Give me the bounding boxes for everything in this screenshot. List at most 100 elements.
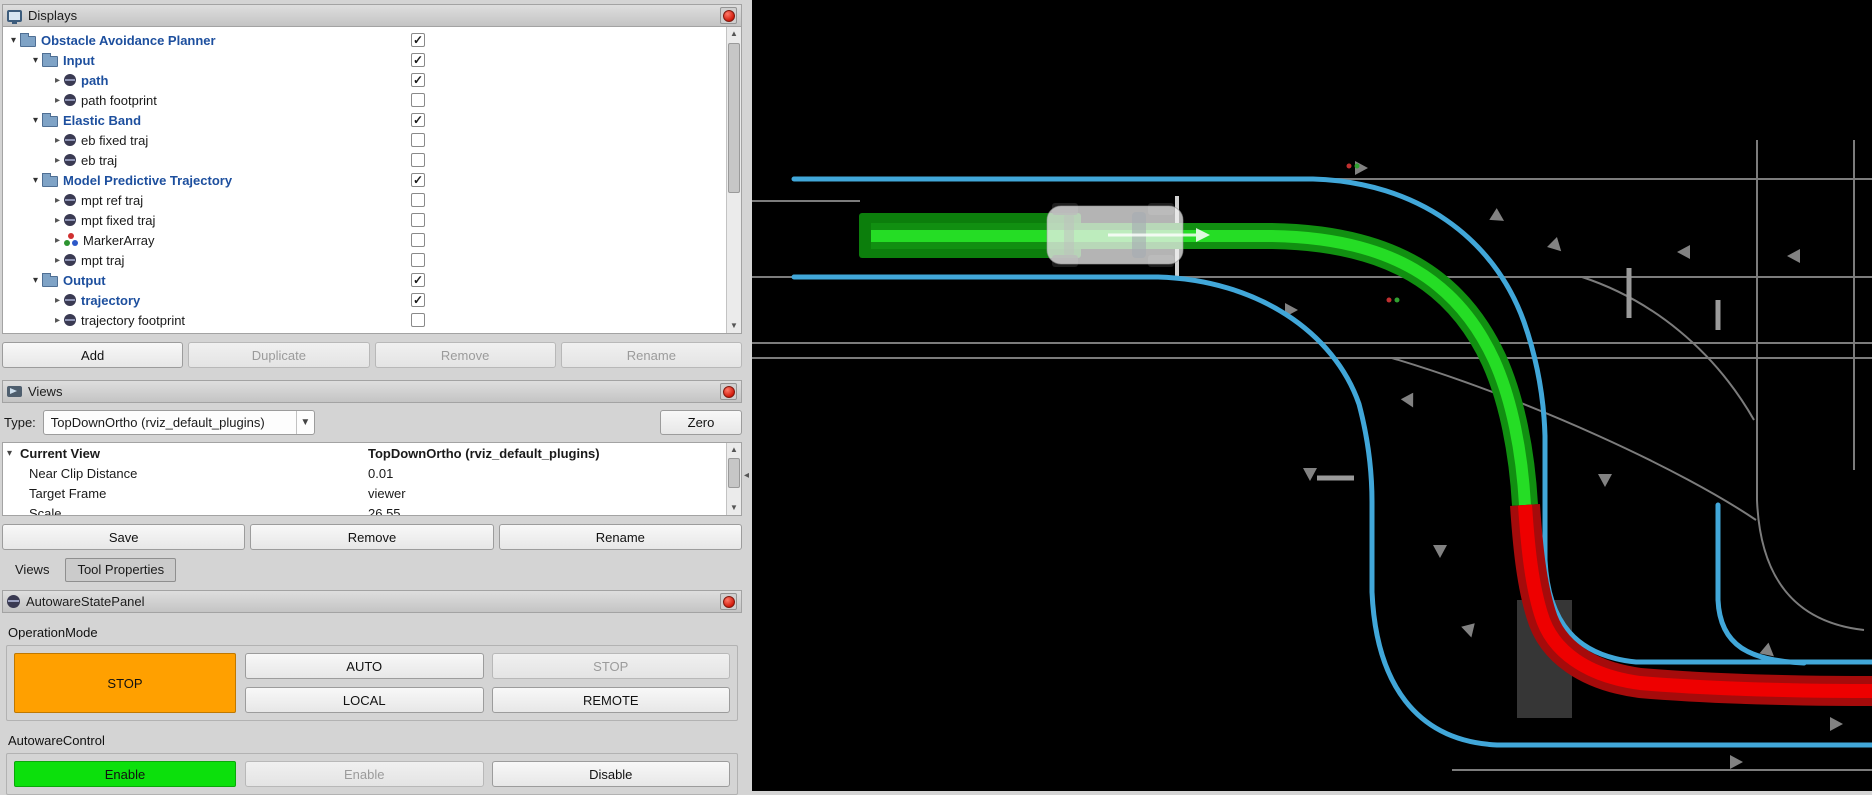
display-enabled-checkbox[interactable] — [411, 153, 425, 167]
remove-button[interactable]: Remove — [375, 342, 556, 368]
displays-titlebar[interactable]: Displays — [2, 4, 742, 27]
view-properties-scrollbar[interactable]: ▲ ▼ — [726, 443, 741, 515]
display-tree-item[interactable]: ▾Elastic Band✓ — [3, 110, 741, 130]
display-tree-item[interactable]: ▸eb traj — [3, 150, 741, 170]
remote-button[interactable]: REMOTE — [492, 687, 731, 713]
display-tree-item[interactable]: ▾Model Predictive Trajectory✓ — [3, 170, 741, 190]
display-tree-item[interactable]: ▾Obstacle Avoidance Planner✓ — [3, 30, 741, 50]
display-enabled-checkbox[interactable]: ✓ — [411, 53, 425, 67]
property-row[interactable]: Near Clip Distance0.01 — [3, 463, 741, 483]
3d-viewport[interactable] — [752, 0, 1872, 791]
local-button[interactable]: LOCAL — [245, 687, 484, 713]
expand-arrow-icon[interactable]: ▸ — [51, 215, 64, 226]
expand-arrow-icon[interactable]: ▸ — [51, 135, 64, 146]
display-enabled-checkbox[interactable]: ✓ — [411, 273, 425, 287]
autoware-close-button[interactable] — [720, 593, 737, 610]
property-value[interactable]: 0.01 — [368, 466, 393, 481]
display-enabled-checkbox[interactable]: ✓ — [411, 113, 425, 127]
display-tree-item[interactable]: ▸mpt traj — [3, 250, 741, 270]
expand-arrow-icon[interactable]: ▸ — [51, 315, 64, 326]
display-tree-item[interactable]: ▸ mpt fixed traj — [3, 210, 741, 230]
auto-button[interactable]: AUTO — [245, 653, 484, 679]
disable-button[interactable]: Disable — [492, 761, 731, 787]
collapse-left-icon[interactable]: ◂ — [744, 470, 749, 481]
collapse-arrow-icon[interactable]: ▾ — [7, 448, 12, 459]
expand-arrow-icon[interactable]: ▸ — [51, 95, 64, 106]
property-row[interactable]: Scale26.55 — [3, 503, 741, 516]
autoware-control-state-button[interactable]: Enable — [14, 761, 236, 787]
display-icon — [64, 154, 76, 166]
display-tree-item[interactable]: ▾Input✓ — [3, 50, 741, 70]
displays-close-button[interactable] — [720, 7, 737, 24]
display-icon — [64, 94, 76, 106]
display-enabled-checkbox[interactable] — [411, 313, 425, 327]
property-name: Target Frame — [29, 486, 106, 501]
display-tree-item[interactable]: ▸ trajectory ✓ — [3, 290, 741, 310]
view-type-combobox[interactable]: TopDownOrtho (rviz_default_plugins) ▼ — [43, 410, 315, 435]
display-tree-item[interactable]: ▸eb fixed traj — [3, 130, 741, 150]
scroll-down-icon[interactable]: ▼ — [727, 501, 741, 515]
property-row[interactable]: ▾Current ViewTopDownOrtho (rviz_default_… — [3, 443, 741, 463]
rename-button[interactable]: Rename — [561, 342, 742, 368]
display-enabled-checkbox[interactable]: ✓ — [411, 73, 425, 87]
display-item-label: mpt fixed traj — [81, 213, 155, 228]
display-item-label: path — [81, 73, 108, 88]
display-enabled-checkbox[interactable] — [411, 193, 425, 207]
collapse-arrow-icon[interactable]: ▾ — [7, 35, 20, 46]
display-enabled-checkbox[interactable]: ✓ — [411, 33, 425, 47]
display-enabled-checkbox[interactable] — [411, 93, 425, 107]
display-tree-item[interactable]: ▸mpt ref traj — [3, 190, 741, 210]
scrollbar-thumb[interactable] — [728, 458, 740, 488]
property-value[interactable]: 26.55 — [368, 506, 401, 517]
expand-arrow-icon[interactable]: ▸ — [51, 295, 64, 306]
displays-tree-scrollbar[interactable]: ▲ ▼ — [726, 27, 741, 333]
expand-arrow-icon[interactable]: ▸ — [51, 235, 64, 246]
display-tree-item[interactable]: ▾Output✓ — [3, 270, 741, 290]
remove-view-button[interactable]: Remove — [250, 524, 493, 550]
display-tree-item[interactable]: ▸trajectory footprint — [3, 310, 741, 330]
tab-tool-properties[interactable]: Tool Properties — [65, 558, 176, 582]
views-titlebar[interactable]: Views — [2, 380, 742, 403]
views-close-button[interactable] — [720, 383, 737, 400]
chevron-down-icon: ▼ — [296, 411, 314, 434]
scroll-up-icon[interactable]: ▲ — [727, 27, 741, 41]
scroll-down-icon[interactable]: ▼ — [727, 319, 741, 333]
collapse-arrow-icon[interactable]: ▾ — [29, 275, 42, 286]
stop-mode-button[interactable]: STOP — [492, 653, 731, 679]
property-row[interactable]: Target Frame viewer — [3, 483, 741, 503]
display-enabled-checkbox[interactable]: ✓ — [411, 173, 425, 187]
collapse-arrow-icon[interactable]: ▾ — [29, 175, 42, 186]
expand-arrow-icon[interactable]: ▸ — [51, 195, 64, 206]
display-item-label: trajectory — [81, 293, 140, 308]
property-value[interactable]: TopDownOrtho (rviz_default_plugins) — [368, 446, 600, 461]
autoware-titlebar[interactable]: AutowareStatePanel — [2, 590, 742, 613]
display-enabled-checkbox[interactable] — [411, 253, 425, 267]
expand-arrow-icon[interactable]: ▸ — [51, 155, 64, 166]
expand-arrow-icon[interactable]: ▸ — [51, 75, 64, 86]
scroll-up-icon[interactable]: ▲ — [727, 443, 741, 457]
collapse-arrow-icon[interactable]: ▾ — [29, 55, 42, 66]
collapse-arrow-icon[interactable]: ▾ — [29, 115, 42, 126]
left-dock: Displays ▾Obstacle Avoidance Planner✓▾In… — [0, 0, 744, 791]
duplicate-button[interactable]: Duplicate — [188, 342, 369, 368]
tab-views[interactable]: Views — [4, 558, 60, 582]
operation-mode-state-button[interactable]: STOP — [14, 653, 236, 713]
save-button[interactable]: Save — [2, 524, 245, 550]
property-value[interactable]: viewer — [368, 486, 406, 501]
expand-arrow-icon[interactable]: ▸ — [51, 255, 64, 266]
rename-view-button[interactable]: Rename — [499, 524, 742, 550]
display-enabled-checkbox[interactable] — [411, 213, 425, 227]
display-tree-item[interactable]: ▸ path ✓ — [3, 70, 741, 90]
display-tree-item[interactable]: ▸MarkerArray — [3, 230, 741, 250]
dock-collapse-strip[interactable]: ◂ — [744, 0, 752, 791]
display-tree-item[interactable]: ▸path footprint — [3, 90, 741, 110]
enable-button[interactable]: Enable — [245, 761, 484, 787]
display-icon — [64, 254, 76, 266]
display-enabled-checkbox[interactable]: ✓ — [411, 293, 425, 307]
scrollbar-thumb[interactable] — [728, 43, 740, 193]
zero-button[interactable]: Zero — [660, 410, 742, 435]
display-enabled-checkbox[interactable] — [411, 133, 425, 147]
close-icon — [723, 10, 735, 22]
display-enabled-checkbox[interactable] — [411, 233, 425, 247]
add-button[interactable]: Add — [2, 342, 183, 368]
